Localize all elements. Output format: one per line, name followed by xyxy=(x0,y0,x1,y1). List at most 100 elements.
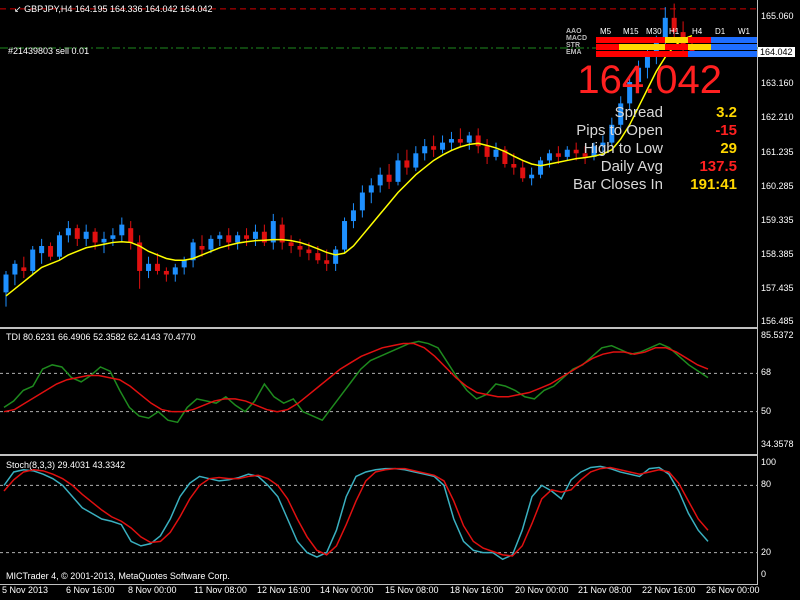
candle-body xyxy=(475,135,481,147)
mtf-signal-cell xyxy=(596,44,619,50)
candle-body xyxy=(342,221,348,250)
mtf-signal-cell xyxy=(734,51,757,57)
mtf-signal-cell xyxy=(734,44,757,50)
candle-body xyxy=(128,228,134,243)
price-tick-label: 161.235 xyxy=(761,147,794,158)
candle-body xyxy=(404,160,410,168)
candle-body xyxy=(48,246,54,257)
tdi-red-line xyxy=(3,342,709,413)
candle-body xyxy=(368,185,374,193)
mtf-signal-cell xyxy=(711,37,734,43)
time-tick-label: 12 Nov 16:00 xyxy=(257,585,311,595)
trade-label[interactable]: #21439803 sell 0.01 xyxy=(8,46,89,56)
time-tick-label: 20 Nov 00:00 xyxy=(515,585,569,595)
time-tick-label: 14 Nov 00:00 xyxy=(320,585,374,595)
tdi-green-line xyxy=(3,340,709,424)
candle-body xyxy=(12,263,18,275)
mtf-signal-cell xyxy=(596,37,619,43)
info-row-label: Bar Closes In xyxy=(572,176,663,193)
time-tick-label: 26 Nov 00:00 xyxy=(706,585,760,595)
candle-body xyxy=(511,164,517,168)
mtf-signal-cell xyxy=(711,44,734,50)
candle-body xyxy=(466,135,472,143)
mtf-signal-cell xyxy=(665,51,688,57)
stoch-chart[interactable] xyxy=(0,455,758,585)
time-tick-label: 6 Nov 16:00 xyxy=(66,585,115,595)
mtf-signal-cell xyxy=(665,37,688,43)
info-row-value: 191:41 xyxy=(690,176,737,193)
mtf-signal-cell xyxy=(688,51,711,57)
candle-body xyxy=(288,242,294,246)
candle-body xyxy=(56,235,62,257)
candle-body xyxy=(395,160,401,182)
candle-body xyxy=(146,263,152,271)
candle-body xyxy=(65,228,71,236)
candle-body xyxy=(226,235,232,243)
time-tick-label: 22 Nov 16:00 xyxy=(642,585,696,595)
indicator-tick-label: 85.5372 xyxy=(761,330,794,340)
time-tick-label: 15 Nov 08:00 xyxy=(385,585,439,595)
candle-body xyxy=(333,249,339,264)
candle-body xyxy=(235,235,241,243)
time-tick-label: 21 Nov 08:00 xyxy=(578,585,632,595)
symbol-header-text: GBPJPY,H4 164.195 164.336 164.042 164.04… xyxy=(24,4,213,14)
info-row-value: 3.2 xyxy=(716,104,737,121)
candle-body xyxy=(431,146,437,150)
candle-body xyxy=(92,231,98,243)
indicator-tick-label: 34.3578 xyxy=(761,439,794,449)
candle-body xyxy=(457,139,463,143)
info-row-value: 29 xyxy=(720,140,737,157)
indicator-tick-label: 100 xyxy=(761,457,777,467)
candle-body xyxy=(350,210,356,222)
price-tick-label: 160.285 xyxy=(761,180,794,191)
copyright-footer: MICTrader 4, © 2001-2013, MetaQuotes Sof… xyxy=(6,571,230,581)
tdi-chart[interactable] xyxy=(0,328,758,455)
price-tick-label: 159.335 xyxy=(761,214,794,225)
candle-body xyxy=(217,235,223,239)
mtf-signal-cell xyxy=(619,44,642,50)
candle-body xyxy=(440,142,446,150)
candle-body xyxy=(306,249,312,254)
symbol-header: ↙ GBPJPY,H4 164.195 164.336 164.042 164.… xyxy=(14,4,213,15)
candle-body xyxy=(172,267,178,275)
candle-body xyxy=(181,260,187,268)
indicator-tick-label: 68 xyxy=(761,367,772,378)
timeframe-label: D1 xyxy=(715,27,726,36)
price-tick-label: 165.060 xyxy=(761,10,794,21)
candle-body xyxy=(484,146,490,157)
candle-body xyxy=(199,246,205,250)
indicator-tick-label: 20 xyxy=(761,546,772,557)
mtf-signal-cell xyxy=(619,51,642,57)
indicator-tick-label: 50 xyxy=(761,405,772,416)
mtf-signal-cell xyxy=(734,37,757,43)
candle-body xyxy=(493,149,499,157)
candle-body xyxy=(386,174,392,182)
mtf-signal-cell xyxy=(619,37,642,43)
mtf-signal-cell xyxy=(688,37,711,43)
candle-body xyxy=(83,231,89,239)
timeframe-label: M15 xyxy=(623,27,639,36)
candle-body xyxy=(39,246,45,254)
indicator-tick-label: 0 xyxy=(761,569,767,579)
candle-body xyxy=(315,253,321,261)
candle-body xyxy=(30,249,36,271)
stoch-signal-line xyxy=(3,466,709,557)
candle-body xyxy=(21,267,27,271)
candle-body xyxy=(324,260,330,264)
mtf-row-label: AAO xyxy=(566,28,582,35)
info-row-value: -15 xyxy=(715,122,737,139)
chart-arrow-icon: ↙ xyxy=(14,4,22,14)
current-price-label: 164.042 xyxy=(758,46,795,57)
candle-body xyxy=(252,231,258,239)
candle-body xyxy=(448,139,454,143)
mtf-row-label: MACD xyxy=(566,35,587,42)
tdi-header: TDI 80.6231 66.4906 52.3582 62.4143 70.4… xyxy=(6,332,196,342)
time-tick-label: 11 Nov 08:00 xyxy=(194,585,247,595)
candle-body xyxy=(3,274,9,293)
mtf-signal-cell xyxy=(596,51,619,57)
info-row-value: 137.5 xyxy=(699,158,737,175)
price-tick-label: 156.485 xyxy=(761,316,794,327)
timeframe-label: H4 xyxy=(692,27,703,36)
timeframe-label: H1 xyxy=(669,27,680,36)
candle-body xyxy=(244,235,250,239)
